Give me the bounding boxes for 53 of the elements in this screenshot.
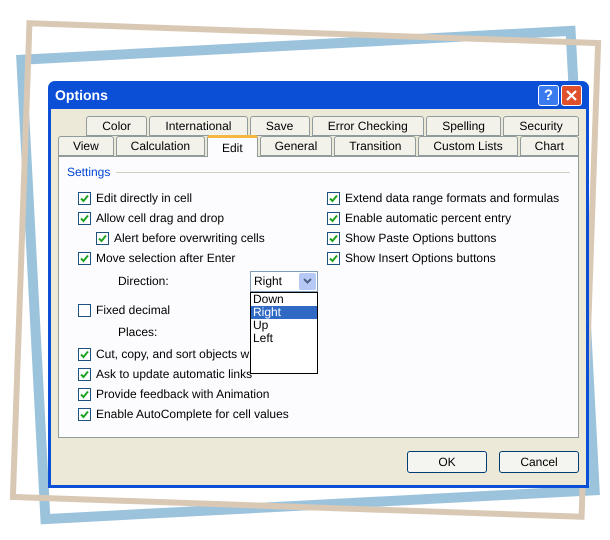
tab[interactable]: Color [86,116,148,136]
checkbox-label: Show Insert Options buttons [345,250,496,267]
checkbox[interactable] [78,212,91,224]
dropdown-option[interactable]: Down [251,292,317,306]
window-title: Options [55,86,109,105]
dialog-button[interactable]: Cancel [499,451,579,473]
tab[interactable]: Error Checking [312,116,424,136]
tab[interactable]: Transition [334,136,416,156]
tab[interactable]: Save [250,116,310,136]
tab[interactable]: Calculation [116,136,206,156]
checkbox[interactable] [78,348,91,360]
checkbox[interactable] [327,192,340,204]
checkbox-label: Edit directly in cell [96,190,192,207]
checkbox-label: Show Paste Options buttons [345,230,496,247]
field-label: Places: [118,324,158,341]
checkbox[interactable] [327,232,340,244]
checkbox[interactable] [327,252,340,264]
checkbox-label: Extend data range formats and formulas [345,190,560,207]
tab[interactable]: Edit [207,135,258,157]
checkbox[interactable] [78,304,91,316]
field-label: Direction: [118,273,170,290]
checkbox[interactable] [78,368,91,380]
checkbox-label: Fixed decimal [96,302,170,319]
tab[interactable]: Custom Lists [418,136,518,156]
help-button[interactable]: ? [538,84,559,106]
checkbox[interactable] [96,232,109,244]
tab[interactable]: International [149,116,248,136]
checkbox-label: Alert before overwriting cells [114,230,265,247]
checkbox-label: Cut, copy, and sort objects w [96,346,250,363]
dialog-button[interactable]: OK [407,451,487,473]
dropdown-option[interactable]: Left [251,332,317,344]
close-button[interactable] [561,84,582,106]
close-icon [566,90,577,100]
checkbox-label: Allow cell drag and drop [96,210,224,227]
checkbox-label: Enable AutoComplete for cell values [96,406,289,423]
checkbox[interactable] [78,408,91,420]
tab[interactable]: Security [503,116,579,136]
checkbox-label: Enable automatic percent entry [345,210,512,227]
dropdown-option[interactable]: Up [251,318,317,332]
checkbox[interactable] [78,192,91,204]
group-label: Settings [67,164,110,181]
direction-dropdown[interactable]: Right [250,270,318,292]
tab[interactable]: Chart [520,136,579,156]
checkbox[interactable] [78,252,91,264]
tab[interactable]: View [58,136,114,156]
dropdown-option[interactable]: Right [251,306,317,318]
tab[interactable]: General [260,136,332,156]
tab[interactable]: Spelling [426,116,502,136]
checkbox[interactable] [327,212,340,224]
checkbox-label: Move selection after Enter [96,250,236,267]
checkbox-label: Provide feedback with Animation [96,386,270,403]
checkbox[interactable] [78,388,91,400]
checkbox-label: Ask to update automatic links [96,366,252,383]
